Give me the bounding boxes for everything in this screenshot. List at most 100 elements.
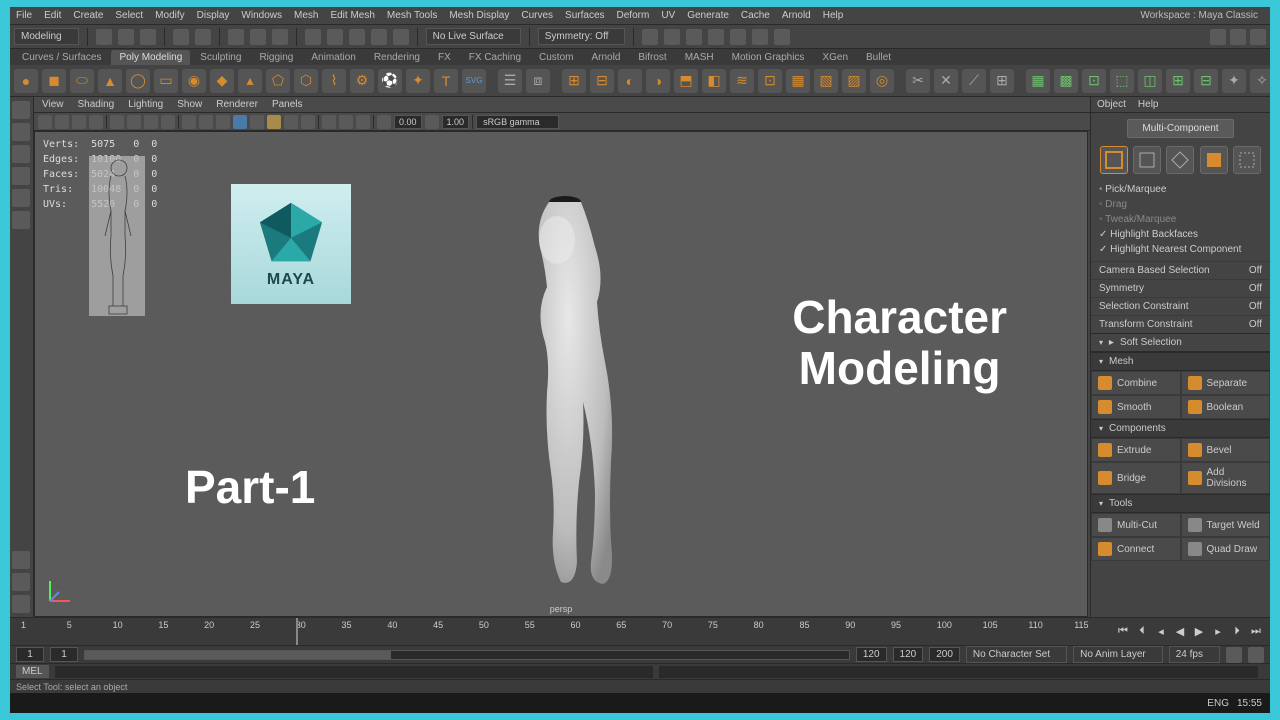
play-fwd-icon[interactable]: ▶	[1191, 624, 1207, 640]
uv5-icon[interactable]: ◫	[1138, 69, 1162, 93]
fill-icon[interactable]: ▦	[786, 69, 810, 93]
pick-marquee-option[interactable]: Pick/Marquee	[1099, 182, 1262, 197]
ipr-icon[interactable]	[664, 29, 680, 45]
poly-cylinder-icon[interactable]: ⬭	[70, 69, 94, 93]
shading-menu[interactable]: Shading	[78, 99, 115, 110]
extrude-button[interactable]: Extrude	[1091, 438, 1181, 462]
bridge-button[interactable]: Bridge	[1091, 462, 1181, 494]
new-scene-icon[interactable]	[96, 29, 112, 45]
gamma-value[interactable]: 1.00	[442, 115, 470, 129]
range-end2[interactable]: 200	[929, 647, 960, 662]
time-slider[interactable]: 1510152025303540455055606570758085909510…	[10, 617, 1270, 645]
menu-uv[interactable]: UV	[661, 10, 675, 21]
menu-editmesh[interactable]: Edit Mesh	[330, 10, 374, 21]
menu-edit[interactable]: Edit	[44, 10, 61, 21]
sculpt1-icon[interactable]: ✦	[1222, 69, 1246, 93]
renderer-menu[interactable]: Renderer	[216, 99, 258, 110]
circularize-icon[interactable]: ◎	[870, 69, 894, 93]
autokey-icon[interactable]	[1226, 647, 1242, 663]
menu-help[interactable]: Help	[823, 10, 844, 21]
add-divisions-button[interactable]: Add Divisions	[1181, 462, 1271, 494]
textured-icon[interactable]	[216, 115, 230, 129]
xray-icon[interactable]	[339, 115, 353, 129]
menu-select[interactable]: Select	[115, 10, 143, 21]
poly-super-icon[interactable]: ✦	[406, 69, 430, 93]
connect-button[interactable]: Connect	[1091, 537, 1181, 561]
sculpt2-icon[interactable]: ✧	[1250, 69, 1270, 93]
soft-selection-header[interactable]: ▾Soft Selection	[1091, 333, 1270, 352]
color-transform-dropdown[interactable]: sRGB gamma	[476, 115, 559, 129]
snap-live-icon[interactable]	[393, 29, 409, 45]
step-fwd-icon[interactable]: ⏵	[1229, 624, 1245, 640]
boolean-icon[interactable]: ◑	[646, 69, 670, 93]
menu-arnold[interactable]: Arnold	[782, 10, 811, 21]
range-end-in[interactable]: 120	[856, 647, 887, 662]
edge-mode-icon[interactable]	[1166, 146, 1194, 174]
fps-dropdown[interactable]: 24 fps	[1169, 646, 1220, 663]
grid-icon[interactable]	[110, 115, 124, 129]
poly-prism-icon[interactable]: ⬠	[266, 69, 290, 93]
menu-windows[interactable]: Windows	[241, 10, 282, 21]
tab-xgen[interactable]: XGen	[814, 50, 856, 65]
targetweld-icon[interactable]: ✕	[934, 69, 958, 93]
tab-custom[interactable]: Custom	[531, 50, 581, 65]
layout-single-icon[interactable]	[12, 551, 30, 569]
snap-point-icon[interactable]	[349, 29, 365, 45]
svg-icon[interactable]: SVG	[462, 69, 486, 93]
poly-disc-icon[interactable]: ◉	[182, 69, 206, 93]
render-settings-icon[interactable]	[686, 29, 702, 45]
vertex-mode-icon[interactable]	[1133, 146, 1161, 174]
poly-pipe-icon[interactable]: ⬡	[294, 69, 318, 93]
object-mode-icon[interactable]	[1100, 146, 1128, 174]
transform-constraint[interactable]: Transform ConstraintOff	[1091, 315, 1270, 333]
uv7-icon[interactable]: ⊟	[1194, 69, 1218, 93]
panel-menu[interactable]: View Shading Lighting Show Renderer Pane…	[34, 97, 1090, 113]
smooth-icon[interactable]: ◐	[618, 69, 642, 93]
camera-select-icon[interactable]	[38, 115, 52, 129]
smooth-button[interactable]: Smooth	[1091, 395, 1181, 419]
script-lang-label[interactable]: MEL	[16, 665, 49, 678]
multi-component-button[interactable]: Multi-Component	[1127, 119, 1233, 138]
collapse-icon[interactable]: ▨	[842, 69, 866, 93]
poly-cone-icon[interactable]: ▲	[98, 69, 122, 93]
shelf-tabs[interactable]: Curves / Surfaces Poly Modeling Sculptin…	[10, 49, 1270, 65]
rotate-tool-icon[interactable]	[12, 167, 30, 185]
tab-rendering[interactable]: Rendering	[366, 50, 428, 65]
go-end-icon[interactable]: ⏭	[1248, 624, 1264, 640]
bevel-icon[interactable]: ◧	[702, 69, 726, 93]
poly-cube-icon[interactable]: ◼	[42, 69, 66, 93]
combine-icon[interactable]: ⊞	[562, 69, 586, 93]
extrude-icon[interactable]: ⬒	[674, 69, 698, 93]
snap-grid-icon[interactable]	[305, 29, 321, 45]
workspace-value[interactable]: Maya Classic	[1199, 10, 1258, 21]
selection-constraint[interactable]: Selection ConstraintOff	[1091, 297, 1270, 315]
highlight-backfaces-option[interactable]: Highlight Backfaces	[1099, 227, 1262, 242]
lights-icon[interactable]	[233, 115, 247, 129]
range-slider[interactable]: 1 1 120 120 200 No Character Set No Anim…	[10, 645, 1270, 663]
menu-meshdisplay[interactable]: Mesh Display	[449, 10, 509, 21]
poly-sphere-icon[interactable]: ●	[14, 69, 38, 93]
poly-gear-icon[interactable]: ⚙	[350, 69, 374, 93]
menu-generate[interactable]: Generate	[687, 10, 729, 21]
mirror-icon[interactable]: ⧈	[526, 69, 550, 93]
multi-cut-button[interactable]: Multi-Cut	[1091, 513, 1181, 537]
highlight-nearest-option[interactable]: Highlight Nearest Component	[1099, 242, 1262, 257]
resolution-gate-icon[interactable]	[144, 115, 158, 129]
command-line[interactable]: MEL	[10, 663, 1270, 679]
menu-cache[interactable]: Cache	[741, 10, 770, 21]
paint-select-icon[interactable]	[272, 29, 288, 45]
select-tool-icon[interactable]	[228, 29, 244, 45]
range-track[interactable]	[84, 650, 850, 660]
connect-icon[interactable]: ⟋	[962, 69, 986, 93]
aa-icon[interactable]	[301, 115, 315, 129]
lighting-menu[interactable]: Lighting	[128, 99, 163, 110]
live-surface-dropdown[interactable]: No Live Surface	[426, 28, 521, 45]
tab-poly-modeling[interactable]: Poly Modeling	[111, 50, 190, 65]
mode-dropdown[interactable]: Modeling	[14, 28, 79, 45]
lasso-select-icon[interactable]	[12, 123, 30, 141]
range-start-in[interactable]: 1	[50, 647, 78, 662]
playblast-icon[interactable]	[730, 29, 746, 45]
anim-layer-dropdown[interactable]: No Anim Layer	[1073, 646, 1163, 663]
view-menu[interactable]: View	[42, 99, 64, 110]
move-tool-icon[interactable]	[12, 145, 30, 163]
